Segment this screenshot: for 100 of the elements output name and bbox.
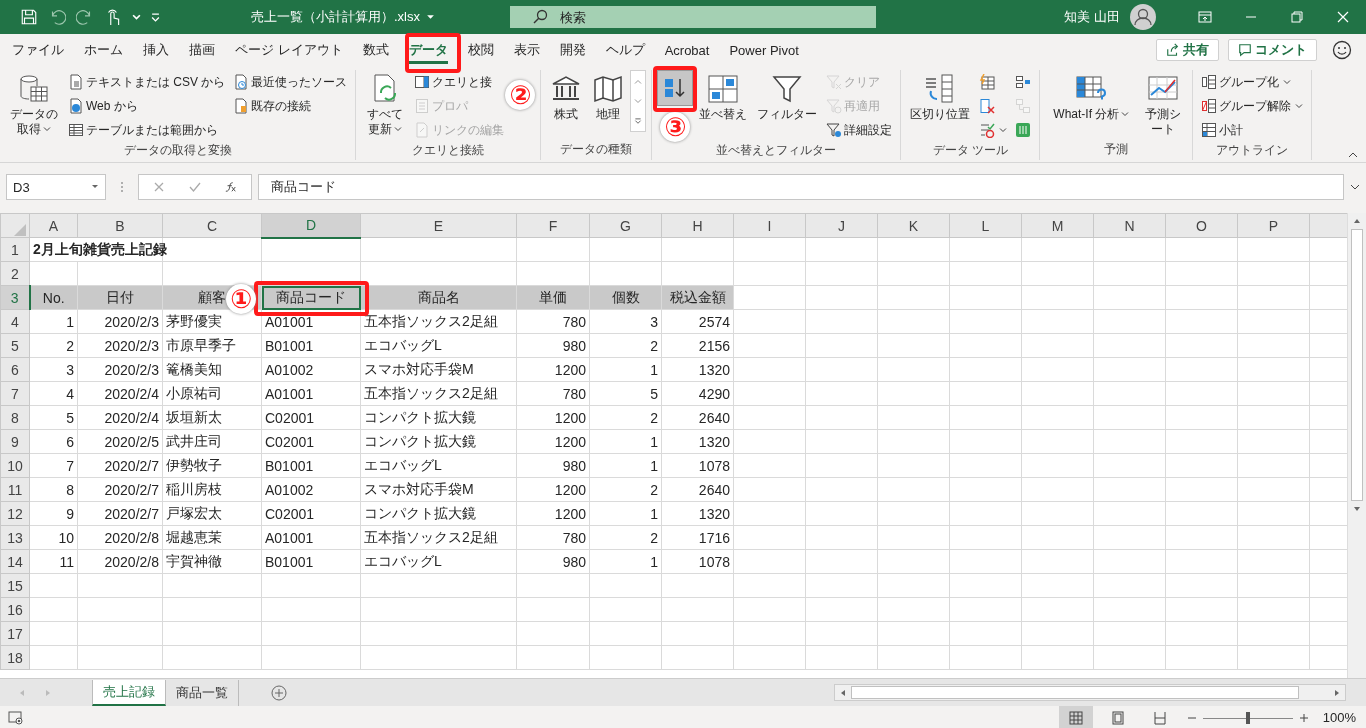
ribbon-button[interactable]: 株式 [546,70,587,141]
ribbon-button[interactable]: データの取得 [5,70,63,142]
ribbon-tab[interactable]: 描画 [179,35,225,65]
column-header[interactable]: J [805,213,878,238]
column-header[interactable]: L [949,213,1022,238]
column-header[interactable]: O [1165,213,1238,238]
more-icon[interactable] [634,117,643,125]
column-header[interactable]: G [589,213,662,238]
row-header[interactable]: 18 [0,645,30,670]
ribbon-tab[interactable]: 表示 [503,35,550,65]
ribbon-button[interactable]: グループ化 [1198,70,1295,94]
ribbon-tab[interactable]: Acrobat [654,36,720,64]
row-header[interactable]: 7 [0,381,30,406]
ribbon-button[interactable]: 小計 [1198,118,1247,142]
scroll-up-icon[interactable] [1353,217,1361,225]
user-name[interactable]: 知美 山田 [1064,8,1120,26]
column-header[interactable]: A [29,213,78,238]
column-header[interactable]: E [360,213,517,238]
column-header[interactable]: H [661,213,734,238]
row-header[interactable]: 5 [0,333,30,358]
column-header[interactable]: I [733,213,806,238]
ribbon-tab[interactable]: ホーム [74,35,133,65]
name-box[interactable]: D3 [6,174,106,200]
ribbon-button[interactable]: テキストまたは CSV から [65,70,229,94]
column-header[interactable]: C [162,213,262,238]
ribbon-tab[interactable]: ファイル [2,35,74,65]
ribbon-tab[interactable]: 挿入 [133,35,179,65]
zoom-level[interactable]: 100% [1322,710,1356,725]
column-header[interactable]: M [1021,213,1094,238]
ribbon-tab[interactable]: Power Pivot [719,36,809,64]
column-header[interactable]: K [877,213,950,238]
column-header[interactable]: P [1237,213,1310,238]
row-header[interactable]: 3 [0,285,30,310]
macro-record-icon[interactable] [8,710,24,725]
ribbon-tab[interactable]: ページ レイアウト [225,35,353,65]
row-header[interactable]: 6 [0,357,30,382]
ribbon-button[interactable]: 既存の接続 [230,94,315,118]
caret-icon[interactable] [132,12,141,22]
ribbon-button[interactable]: 並べ替え [695,70,752,142]
close-icon[interactable] [1335,9,1351,25]
row-header[interactable]: 16 [0,597,30,622]
cancel-icon[interactable] [153,181,165,193]
ribbon-button[interactable]: クエリと接 [411,70,496,94]
row-header[interactable]: 1 [0,237,30,262]
ribbon-button[interactable]: 区切り位置 [906,70,975,142]
normal-view-button[interactable] [1058,706,1093,728]
icon-button[interactable] [657,70,694,106]
ribbon-button[interactable]: 予測シート [1139,70,1188,141]
row-header[interactable]: 15 [0,573,30,598]
zoom-slider-thumb[interactable] [1245,711,1250,724]
vertical-scrollbar[interactable] [1347,213,1366,678]
ribbon-button[interactable]: テーブルまたは範囲から [65,118,221,142]
sheet-tab[interactable]: 売上記録 [92,679,166,706]
ribbon-button[interactable]: Web から [65,94,141,118]
ribbon-button[interactable]: 地理 [588,70,629,141]
scroll-right-icon[interactable] [1333,688,1341,697]
collapse-ribbon-icon[interactable] [1348,152,1358,158]
ribbon-tab[interactable]: 開発 [549,35,596,65]
zoom-in-icon[interactable] [1298,712,1309,723]
caret-icon[interactable] [426,12,435,22]
comment-button[interactable]: コメント [1228,39,1317,61]
ribbon-button[interactable]: すべて更新 [361,70,410,142]
ribbon-display-icon[interactable] [1197,9,1213,25]
ribbon-tab[interactable]: ヘルプ [595,35,655,65]
restore-icon[interactable] [1289,9,1305,25]
column-header[interactable]: F [516,213,590,238]
row-header[interactable]: 11 [0,477,30,502]
row-header[interactable]: 12 [0,501,30,526]
smiley-icon[interactable] [1332,40,1352,60]
scroll-down-icon[interactable] [1353,505,1361,513]
add-sheet-icon[interactable] [271,684,287,701]
ribbon-button[interactable]: 詳細設定 [823,118,896,142]
check-icon[interactable] [189,181,201,193]
row-header[interactable]: 17 [0,621,30,646]
save-icon[interactable] [20,8,38,26]
gallery-scrollbar[interactable] [630,70,647,132]
column-header[interactable]: N [1093,213,1166,238]
document-title[interactable]: 売上一覧（小計計算用）.xlsx [250,8,420,26]
ribbon-button[interactable]: グループ解除 [1198,94,1307,118]
row-header[interactable]: 4 [0,309,30,334]
ribbon-button[interactable]: 最近使ったソース [230,70,351,94]
share-button[interactable]: 共有 [1156,39,1219,61]
customize-icon[interactable] [151,12,160,22]
row-header[interactable]: 8 [0,405,30,430]
sheet-tab[interactable]: 商品一覧 [166,679,239,706]
ribbon-tab[interactable]: 校閲 [457,35,504,65]
expand-icon[interactable] [1350,184,1360,190]
column-header[interactable]: D [261,213,361,238]
row-header[interactable]: 2 [0,261,30,286]
scroll-left-icon[interactable] [839,688,847,697]
ribbon-button[interactable]: What-If 分析 [1045,70,1138,141]
column-header[interactable]: B [77,213,163,238]
row-header[interactable]: 10 [0,453,30,478]
formula-field[interactable]: 商品コード [258,174,1344,200]
ribbon-tab[interactable]: データ [398,35,458,65]
horizontal-scrollbar[interactable] [834,684,1346,701]
function-icon[interactable] [225,181,237,193]
row-header[interactable]: 13 [0,525,30,550]
avatar-icon[interactable] [1130,4,1156,30]
search-field[interactable]: 検索 [510,6,876,28]
